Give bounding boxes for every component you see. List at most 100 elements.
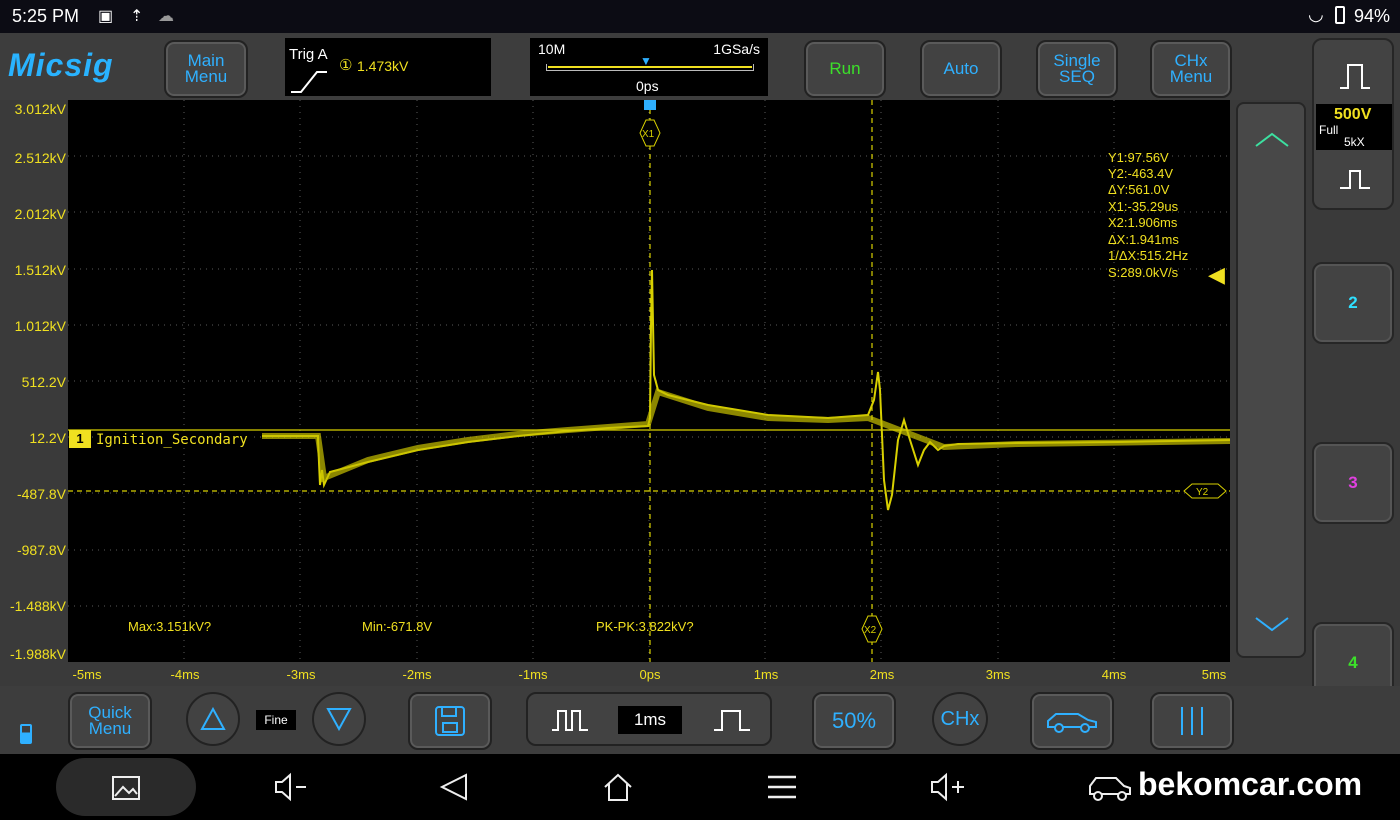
car-icon [1047, 713, 1097, 733]
ch1-control[interactable]: 500V Full 5kX [1312, 38, 1394, 210]
trigger-level: 1.473kV [357, 58, 409, 74]
home-icon[interactable] [602, 772, 634, 802]
readout-freq: 1/ΔX:515.2Hz [1108, 248, 1189, 263]
trigger-level-arrow-icon[interactable]: ◀ [1208, 262, 1225, 288]
main-menu-button[interactable]: Main Menu [164, 40, 248, 98]
save-button[interactable] [408, 692, 492, 750]
x-tick: -2ms [402, 667, 432, 682]
battery-percent: 94% [1353, 6, 1390, 26]
memory-depth: 10M [538, 41, 566, 57]
readout-y1: Y1:97.56V [1108, 150, 1169, 165]
measure-min: Min:-671.8V [362, 619, 433, 634]
y-tick: 512.2V [21, 374, 66, 390]
ch1-trace [262, 269, 1231, 511]
ch1-volts-per-div: 500V [1334, 106, 1372, 123]
timebase-control: 1ms [526, 692, 772, 746]
readout-slope: S:289.0kV/s [1108, 265, 1179, 280]
x2-cursor-tag: X2 [864, 625, 877, 636]
readout-x2: X2:1.906ms [1108, 215, 1178, 230]
waveform-display[interactable]: X1 X2 Y2 [68, 100, 1231, 662]
fine-toggle[interactable]: Fine [256, 710, 296, 730]
back-icon[interactable] [438, 772, 470, 802]
x-tick: 4ms [1101, 667, 1127, 682]
readout-dy: ΔY:561.0V [1108, 182, 1170, 197]
timebase-slower-icon[interactable] [712, 708, 752, 732]
vertical-adjust-group: Fine [186, 692, 366, 746]
trigger-panel[interactable]: Trig A ① 1.473kV [285, 38, 491, 96]
y-tick: -1.488kV [9, 598, 66, 614]
volume-up-icon[interactable] [928, 772, 968, 802]
trigger-time-marker-icon [644, 100, 656, 110]
measure-pkpk: PK-PK:3.822kV? [596, 619, 694, 634]
y-tick: 2.512kV [14, 150, 66, 166]
ch1-label: Ignition_Secondary [96, 432, 250, 448]
upload-icon: ⇡ [130, 8, 144, 25]
chx-button[interactable]: CHx [932, 692, 988, 746]
x-tick: -3ms [286, 667, 316, 682]
screenshot-icon [112, 776, 140, 800]
pulse-narrow-icon [1340, 170, 1370, 189]
y-tick: -987.8V [16, 542, 66, 558]
measure-max: Max:3.151kV? [128, 619, 212, 634]
trigger-channel-icon: ① [339, 57, 353, 74]
x1-cursor-tag: X1 [642, 129, 655, 140]
run-button[interactable]: Run [804, 40, 886, 98]
x-tick: -4ms [170, 667, 200, 682]
waveform-svg: X1 X2 Y2 [68, 100, 1231, 662]
scroll-down-icon[interactable] [1254, 614, 1290, 634]
timebase-faster-icon[interactable] [550, 708, 590, 732]
sample-rate: 1GSa/s [713, 41, 760, 57]
single-seq-button[interactable]: Single SEQ [1036, 40, 1118, 98]
auto-mode-button[interactable] [1030, 692, 1114, 750]
rising-edge-icon [291, 71, 327, 93]
ch1-probe-ratio: 5kX [1344, 135, 1365, 149]
pulse-wide-icon [1340, 64, 1370, 89]
ch1-coupling: Full [1319, 123, 1339, 137]
y-tick: 12.2V [29, 430, 66, 446]
readout-x1: X1:-35.29us [1108, 199, 1179, 214]
readout-y2: Y2:-463.4V [1108, 166, 1174, 181]
wifi-icon: ◡ [1308, 4, 1324, 24]
ch3-button[interactable]: 3 [1312, 442, 1394, 524]
x-tick: 3ms [985, 667, 1011, 682]
x-tick: -5ms [72, 667, 102, 682]
timebase-panel[interactable]: 10M 1GSa/s ▼ 0ps [530, 38, 768, 96]
trigger-label: Trig A [289, 46, 328, 63]
save-icon [435, 706, 465, 736]
volume-down-icon[interactable] [272, 772, 312, 802]
recents-icon[interactable] [766, 772, 798, 802]
y-tick: 1.512kV [14, 262, 66, 278]
trigger-50-percent-button[interactable]: 50% [812, 692, 896, 750]
x-tick: -1ms [518, 667, 548, 682]
cursor-lines-icon [1181, 707, 1203, 735]
y2-cursor-tag: Y2 [1196, 487, 1209, 498]
status-bar: 5:25 PM ▣ ⇡ ☁ ◡ 94% [0, 0, 1400, 33]
scroll-up-icon[interactable] [1254, 130, 1290, 150]
channel-scroll-panel[interactable] [1236, 102, 1306, 658]
y-tick: -1.988kV [9, 646, 66, 662]
increase-button[interactable] [186, 692, 240, 746]
brand-logo: Micsig [8, 47, 114, 83]
y-tick: 2.012kV [14, 206, 66, 222]
auto-button[interactable]: Auto [920, 40, 1002, 98]
chx-menu-button[interactable]: CHx Menu [1150, 40, 1232, 98]
x-tick: 1ms [753, 667, 779, 682]
ch1-scale-box: 500V Full 5kX [1316, 104, 1392, 150]
cursor-button[interactable] [1150, 692, 1234, 750]
status-time: 5:25 PM [12, 6, 80, 26]
x-tick: 2ms [869, 667, 895, 682]
y-tick: -487.8V [16, 486, 66, 502]
cloud-icon: ☁ [158, 8, 174, 25]
watermark-car-icon [1089, 777, 1131, 801]
decrease-button[interactable] [312, 692, 366, 746]
y-tick: 1.012kV [14, 318, 66, 334]
device-battery-icon [20, 724, 32, 744]
x-tick: 5ms [1201, 667, 1227, 682]
timebase-value: 1ms [618, 706, 682, 734]
horizontal-position: 0ps [636, 78, 659, 94]
quick-menu-button[interactable]: Quick Menu [68, 692, 152, 750]
ch1-offset-marker[interactable]: 1 [69, 430, 91, 448]
ch2-button[interactable]: 2 [1312, 262, 1394, 344]
battery-icon [1335, 6, 1345, 24]
readout-dx: ΔX:1.941ms [1108, 232, 1179, 247]
